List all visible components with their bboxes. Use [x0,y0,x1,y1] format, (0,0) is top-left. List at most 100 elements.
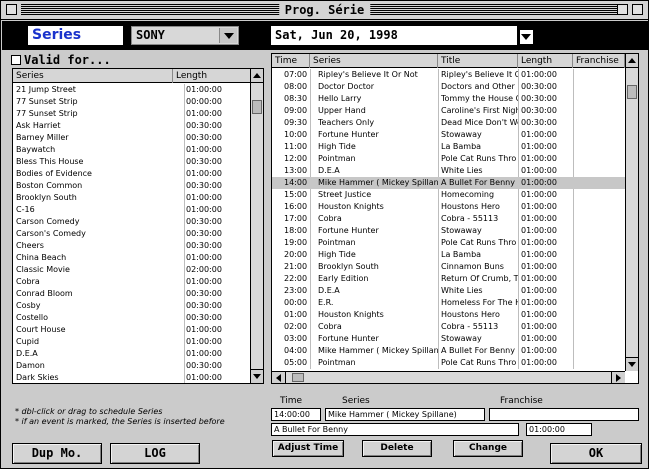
series-name-cell: 77 Sunset Strip [16,109,78,118]
valid-for-checkbox[interactable]: Valid for... [11,53,111,67]
schedule-row[interactable]: 02:00 Cobra Cobra - 55113 01:00:00 [272,321,625,333]
change-button[interactable]: Change [453,440,523,457]
dup-mo-button[interactable]: Dup Mo. [12,443,102,464]
series-list-row[interactable]: Cosby 00:30:00 [13,300,251,312]
series-list-row[interactable]: Bless This House 00:30:00 [13,156,251,168]
close-box-icon[interactable] [6,4,17,15]
schedule-row[interactable]: 13:00 D.E.A White Lies 01:00:00 [272,165,625,177]
series-list-row[interactable]: 77 Sunset Strip 00:00:00 [13,96,251,108]
collapse-box-icon[interactable] [632,4,643,15]
series-length-cell: 01:00:00 [186,349,222,358]
scroll-right-button[interactable] [611,372,625,383]
delete-button[interactable]: Delete [362,440,432,457]
schedule-row[interactable]: 14:00 Mike Hammer ( Mickey Spillane ) A Bu… [272,177,625,189]
schedule-row[interactable]: 00:00 E.R. Homeless For The H 01:00:00 [272,297,625,309]
length-cell: 01:00:00 [521,178,557,187]
column-header-length[interactable]: Length [173,69,251,83]
ok-button[interactable]: OK [550,443,642,464]
zoom-box-icon[interactable] [617,4,628,15]
title-bar[interactable]: Prog. Série [1,1,648,20]
time-cell: 02:00 [284,322,308,331]
date-dropdown-button[interactable] [520,30,533,44]
series-list-row[interactable]: Classic Movie 02:00:00 [13,264,251,276]
scroll-down-button[interactable] [626,357,638,371]
schedule-row[interactable]: 08:30 Hello Larry Tommy the House G 00:30:0… [272,93,625,105]
column-header-series[interactable]: Series [310,54,438,68]
series-list-row[interactable]: D.E.A 01:00:00 [13,348,251,360]
series-list-row[interactable]: Cupid 01:00:00 [13,336,251,348]
series-list-scrollbar[interactable] [250,69,263,383]
schedule-row[interactable]: 22:00 Early Edition Return Of Crumb, T 01:0… [272,273,625,285]
series-list-row[interactable]: Carson's Comedy 00:30:00 [13,228,251,240]
scroll-thumb[interactable] [627,85,637,99]
schedule-row[interactable]: 16:00 Houston Knights Houstons Hero 01:00:0… [272,201,625,213]
series-list-row[interactable]: Ask Harriet 00:30:00 [13,120,251,132]
schedule-vertical-scrollbar[interactable] [625,54,638,371]
series-list-row[interactable]: Conrad Bloom 00:30:00 [13,288,251,300]
schedule-grid[interactable]: Time Series Title Length Franchise 07:00… [271,53,639,384]
series-list-row[interactable]: Brooklyn South 01:00:00 [13,192,251,204]
schedule-row[interactable]: 12:00 Pointman Pole Cat Runs Thro 01:00:00 [272,153,625,165]
series-list-row[interactable]: Baywatch 01:00:00 [13,144,251,156]
schedule-horizontal-scrollbar[interactable] [272,371,625,383]
time-cell: 08:00 [284,82,308,91]
series-list-row[interactable]: Cobra 01:00:00 [13,276,251,288]
scroll-thumb[interactable] [292,373,304,382]
series-cell: Street Justice [318,190,372,199]
series-list-row[interactable]: 21 Jump Street 01:00:00 [13,84,251,96]
series-list-row[interactable]: Cheers 00:30:00 [13,240,251,252]
adjust-time-button[interactable]: Adjust Time [272,440,344,457]
series-list-row[interactable]: Court House 01:00:00 [13,324,251,336]
date-field[interactable]: Sat, Jun 20, 1998 [271,26,517,45]
length-input[interactable]: 01:00:00 [526,423,592,436]
series-list-row[interactable]: Bodies of Evidence 01:00:00 [13,168,251,180]
series-list[interactable]: Series Length 21 Jump Street 01:00:00 77 S… [12,68,264,384]
title-input[interactable]: A Bullet For Benny [271,423,519,436]
channel-dropdown-button[interactable] [219,28,237,43]
schedule-row[interactable]: 03:00 Fortune Hunter Stowaway 01:00:00 [272,333,625,345]
scroll-down-button[interactable] [251,369,263,383]
channel-dropdown[interactable]: SONY [131,26,239,45]
series-list-row[interactable]: Boston Common 00:30:00 [13,180,251,192]
schedule-row[interactable]: 05:00 Pointman Pole Cat Runs Thro 01:00:00 [272,357,625,369]
schedule-row[interactable]: 04:00 Mike Hammer ( Mickey Spillane ) A Bu… [272,345,625,357]
column-header-franchise[interactable]: Franchise [573,54,625,68]
log-button[interactable]: LOG [110,443,200,464]
title-cell: La Bamba [441,250,482,259]
schedule-row[interactable]: 11:00 High Tide La Bamba 01:00:00 [272,141,625,153]
series-list-row[interactable]: 77 Sunset Strip 01:00:00 [13,108,251,120]
schedule-row[interactable]: 10:00 Fortune Hunter Stowaway 01:00:00 [272,129,625,141]
schedule-row[interactable]: 15:00 Street Justice Homecoming 01:00:00 [272,189,625,201]
schedule-row[interactable]: 17:00 Cobra Cobra - 55113 01:00:00 [272,213,625,225]
schedule-row[interactable]: 01:00 Houston Knights Houstons Hero 01:00:0… [272,309,625,321]
column-header-length[interactable]: Length [518,54,573,68]
series-list-row[interactable]: Costello 00:30:00 [13,312,251,324]
schedule-row[interactable]: 07:00 Ripley's Believe It Or Not Ripley's … [272,69,625,81]
scroll-left-button[interactable] [272,372,286,383]
schedule-row[interactable]: 08:00 Doctor Doctor Doctors and Other 00:30… [272,81,625,93]
schedule-row[interactable]: 09:30 Teachers Only Dead Mice Don't We 00:3… [272,117,625,129]
column-header-series[interactable]: Series [13,69,173,83]
length-cell: 01:00:00 [521,154,557,163]
franchise-input[interactable] [489,408,639,421]
series-input[interactable]: Mike Hammer ( Mickey Spillane) [325,408,485,421]
scroll-thumb[interactable] [252,100,262,114]
series-list-row[interactable]: C-16 01:00:00 [13,204,251,216]
series-list-row[interactable]: Damon 00:30:00 [13,360,251,372]
schedule-row[interactable]: 09:00 Upper Hand Caroline's First Nigh 00:3… [272,105,625,117]
schedule-row[interactable]: 19:00 Pointman Pole Cat Runs Thro 01:00:00 [272,237,625,249]
scroll-up-button[interactable] [626,54,638,68]
series-name-cell: Classic Movie [16,265,70,274]
schedule-row[interactable]: 21:00 Brooklyn South Cinnamon Buns 01:00:00 [272,261,625,273]
series-list-row[interactable]: Dark Skies 01:00:00 [13,372,251,383]
series-list-row[interactable]: Barney Miller 00:30:00 [13,132,251,144]
schedule-row[interactable]: 18:00 Fortune Hunter Stowaway 01:00:00 [272,225,625,237]
series-list-row[interactable]: China Beach 01:00:00 [13,252,251,264]
series-list-row[interactable]: Carson Comedy 00:30:00 [13,216,251,228]
scroll-up-button[interactable] [251,69,263,83]
column-header-time[interactable]: Time [272,54,310,68]
time-input[interactable]: 14:00:00 [271,408,321,421]
schedule-row[interactable]: 23:00 D.E.A White Lies 01:00:00 [272,285,625,297]
column-header-title[interactable]: Title [438,54,518,68]
schedule-row[interactable]: 20:00 High Tide La Bamba 01:00:00 [272,249,625,261]
